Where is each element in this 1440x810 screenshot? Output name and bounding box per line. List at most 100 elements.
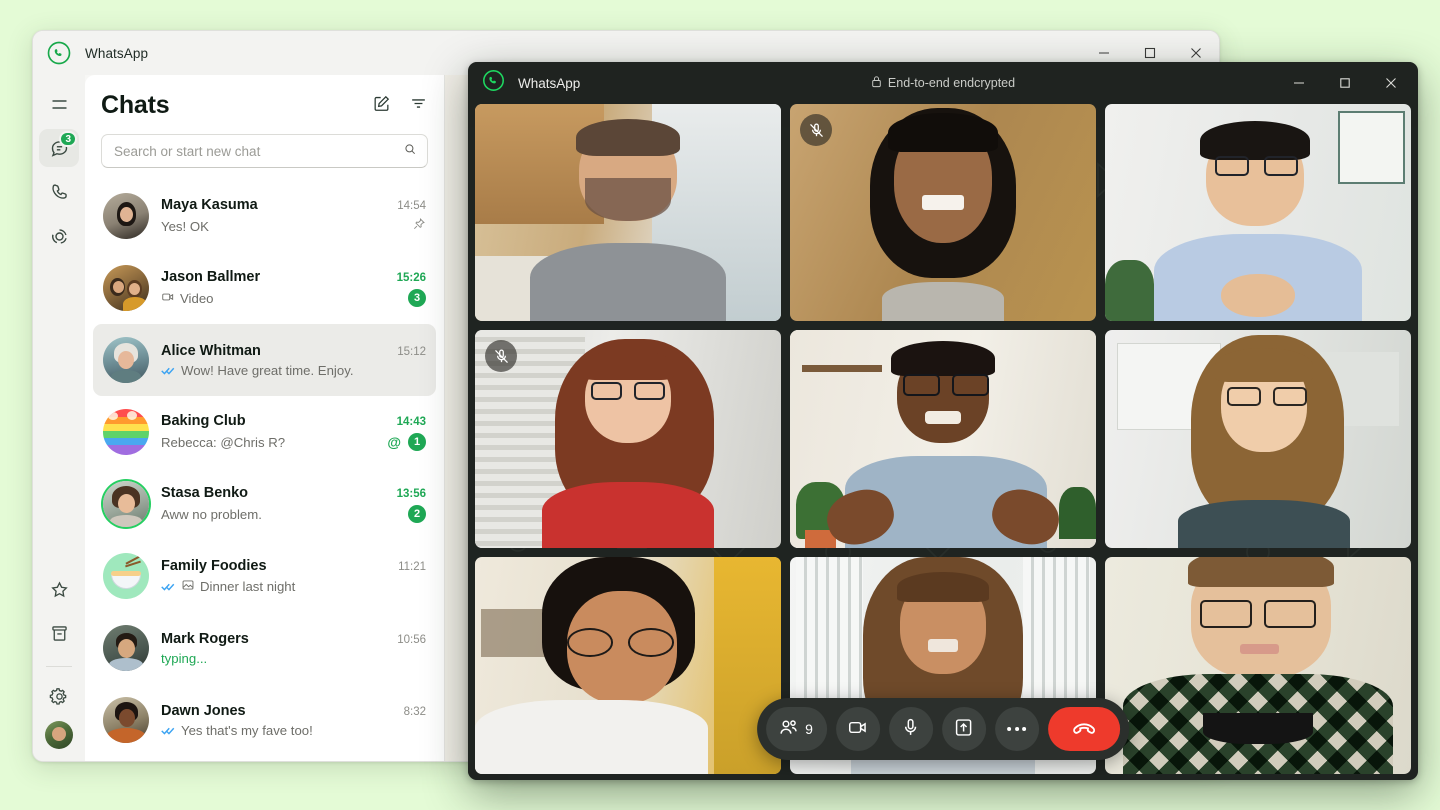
whatsapp-logo-icon xyxy=(47,41,71,65)
hamburger-menu-icon[interactable] xyxy=(39,85,79,123)
chat-list-item[interactable]: Stasa Benko 13:56 Aww no problem. 2 xyxy=(93,468,436,540)
call-window-titlebar: WhatsApp End-to-end endcrypted xyxy=(468,62,1418,104)
unread-badge: 1 xyxy=(408,433,426,451)
participant-tile[interactable] xyxy=(475,330,781,548)
chat-name: Jason Ballmer xyxy=(161,269,261,285)
search-box[interactable] xyxy=(101,134,428,168)
participant-tile[interactable] xyxy=(1105,330,1411,548)
chat-preview: Rebecca: @Chris R? xyxy=(161,434,286,450)
chat-time: 10:56 xyxy=(397,633,426,646)
sidebar-item-chats[interactable]: 3 xyxy=(39,129,79,167)
filter-icon[interactable] xyxy=(409,94,428,118)
participant-video xyxy=(475,104,781,322)
chat-list-item[interactable]: Baking Club 14:43 Rebecca: @Chris R? @ 1 xyxy=(93,396,436,468)
avatar xyxy=(103,337,149,383)
participant-video xyxy=(475,330,781,548)
avatar xyxy=(103,625,149,671)
chat-list-item-selected[interactable]: Alice Whitman 15:12 Wow! Have great time… xyxy=(93,324,436,396)
participant-tile[interactable] xyxy=(475,556,781,774)
participant-tile[interactable] xyxy=(790,104,1096,322)
participant-tile[interactable] xyxy=(1105,104,1411,322)
call-window-app-name: WhatsApp xyxy=(518,75,581,91)
call-controls-bar: 9 xyxy=(757,698,1129,760)
people-icon xyxy=(778,717,799,741)
share-screen-button[interactable] xyxy=(941,707,986,751)
whatsapp-logo-icon xyxy=(482,69,505,97)
chat-time: 13:56 xyxy=(396,488,426,500)
chat-name: Baking Club xyxy=(161,413,246,429)
chat-name: Family Foodies xyxy=(161,557,267,574)
sidebar-item-starred[interactable] xyxy=(39,570,79,608)
chats-panel: Chats Search or start new chat Maya Kasu… xyxy=(85,75,445,761)
chat-list-item[interactable]: Maya Kasuma 14:54 Yes! OK xyxy=(93,180,436,252)
microphone-icon xyxy=(900,717,921,741)
participant-tile[interactable] xyxy=(475,104,781,322)
group-video-call-window: WhatsApp End-to-end endcrypted 9 xyxy=(468,62,1418,780)
chat-list-item[interactable]: Jason Ballmer 15:26 Video 3 xyxy=(93,252,436,324)
participant-video xyxy=(1105,556,1411,774)
read-receipt-icon xyxy=(161,365,176,376)
compose-icon[interactable] xyxy=(372,94,391,118)
chats-unread-badge: 3 xyxy=(59,131,77,147)
end-call-button[interactable] xyxy=(1047,707,1120,751)
avatar xyxy=(103,265,149,311)
search-container xyxy=(85,128,444,178)
unread-badge: 2 xyxy=(408,505,426,523)
toggle-mic-button[interactable] xyxy=(888,707,933,751)
participant-video xyxy=(1105,330,1411,548)
video-camera-icon xyxy=(847,717,868,741)
sidebar-item-status[interactable] xyxy=(39,217,79,255)
chat-time: 14:43 xyxy=(396,416,426,428)
muted-mic-icon xyxy=(800,114,832,146)
call-window-controls xyxy=(1276,62,1414,104)
chat-preview: Dinner last night xyxy=(161,578,295,595)
chat-list-item[interactable]: Mark Rogers 10:56 typing... xyxy=(93,612,436,684)
more-options-button[interactable] xyxy=(994,707,1039,751)
search-icon xyxy=(403,142,417,161)
gear-icon[interactable] xyxy=(39,677,79,715)
sidebar-item-archived[interactable] xyxy=(39,614,79,652)
search-input[interactable] xyxy=(114,143,403,159)
participants-button[interactable]: 9 xyxy=(766,707,827,751)
participant-tile[interactable] xyxy=(1105,556,1411,774)
image-icon xyxy=(181,578,195,595)
navigation-rail: 3 xyxy=(33,75,85,761)
chat-time: 11:21 xyxy=(398,560,426,573)
chat-time: 8:32 xyxy=(403,705,426,718)
chat-preview: Yes that's my fave too! xyxy=(161,723,313,738)
chat-name: Dawn Jones xyxy=(161,702,246,719)
chat-preview-typing: typing... xyxy=(161,650,208,666)
pin-icon xyxy=(412,217,426,236)
profile-avatar[interactable] xyxy=(45,721,73,749)
end-call-icon xyxy=(1071,715,1097,744)
chat-preview: Video xyxy=(161,290,214,307)
chat-preview: Yes! OK xyxy=(161,218,209,234)
participant-tile-active-speaker[interactable] xyxy=(790,330,1096,548)
chat-list-item[interactable]: Family Foodies 11:21 Dinner last night xyxy=(93,540,436,612)
main-window-title: WhatsApp xyxy=(85,45,149,61)
chat-name: Maya Kasuma xyxy=(161,196,258,213)
lock-icon xyxy=(871,75,882,91)
read-receipt-icon xyxy=(161,725,176,736)
video-participant-grid xyxy=(468,104,1418,780)
chat-list[interactable]: Maya Kasuma 14:54 Yes! OK Jason Ballmer … xyxy=(85,178,444,761)
sidebar-item-calls[interactable] xyxy=(39,173,79,211)
toggle-camera-button[interactable] xyxy=(835,707,880,751)
close-icon[interactable] xyxy=(1368,62,1414,104)
participants-count: 9 xyxy=(805,721,813,737)
video-icon xyxy=(161,290,175,307)
chat-name: Mark Rogers xyxy=(161,630,249,647)
desktop-background: WhatsApp 3 Chats Search or start new cha… xyxy=(0,0,1440,810)
unread-badge: 3 xyxy=(408,289,426,307)
avatar xyxy=(103,697,149,743)
chats-header: Chats xyxy=(85,75,444,128)
mention-icon: @ xyxy=(387,434,401,450)
maximize-icon[interactable] xyxy=(1322,62,1368,104)
chat-preview: Aww no problem. xyxy=(161,506,262,522)
encryption-label: End-to-end endcrypted xyxy=(887,76,1016,90)
chat-list-item[interactable]: Dawn Jones 8:32 Yes that's my fave too! xyxy=(93,684,436,756)
minimize-icon[interactable] xyxy=(1276,62,1322,104)
more-options-icon xyxy=(1007,727,1027,731)
chat-name: Stasa Benko xyxy=(161,485,249,501)
participant-video xyxy=(1105,104,1411,322)
